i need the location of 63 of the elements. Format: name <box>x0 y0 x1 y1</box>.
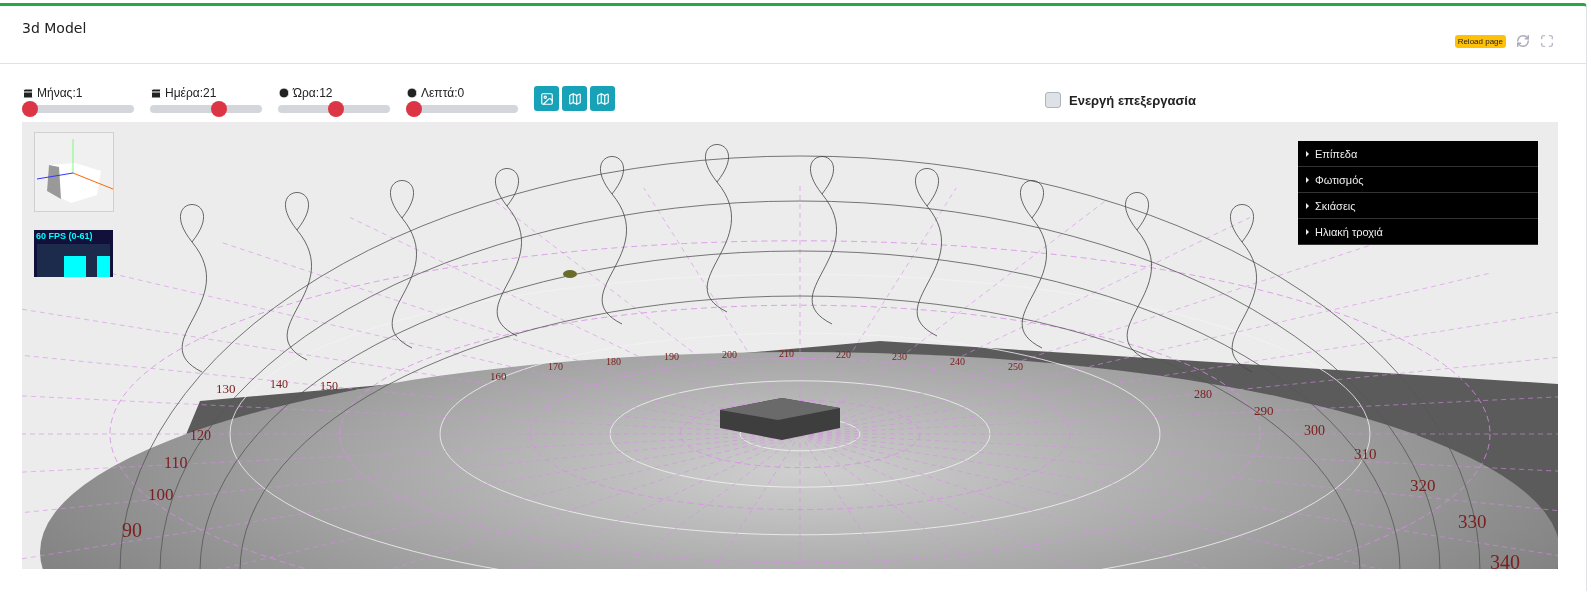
clock-icon <box>406 87 418 99</box>
degree-label: 280 <box>1194 388 1212 400</box>
degree-label: 180 <box>606 357 621 367</box>
fullscreen-icon[interactable] <box>1540 34 1554 48</box>
degree-label: 200 <box>722 350 737 360</box>
degree-label: 130 <box>216 382 236 395</box>
3d-viewport[interactable]: 90 100 110 120 130 140 150 160 170 180 190 200 210 220 230 240 250 280 290 300 310 320 330 340 60 FPS (0-61) Επίπεδα Φωτισμός Σκιάσεις Ηλιακή τροχιά <box>22 122 1558 569</box>
card-title: 3d Model <box>22 20 87 36</box>
map-button[interactable] <box>562 86 587 111</box>
degree-label: 300 <box>1304 424 1325 438</box>
menu-item-label: Φωτισμός <box>1315 173 1364 186</box>
menu-item[interactable]: Φωτισμός <box>1298 167 1538 193</box>
degree-label: 330 <box>1458 512 1487 531</box>
degree-label: 220 <box>836 350 851 360</box>
menu-item[interactable]: Σκιάσεις <box>1298 193 1538 219</box>
degree-label: 210 <box>779 349 794 359</box>
caret-icon <box>1306 176 1309 183</box>
map-icon <box>567 91 582 106</box>
degree-label: 240 <box>950 357 965 367</box>
degree-label: 90 <box>122 520 142 540</box>
menu-item-label: Σκιάσεις <box>1315 199 1356 212</box>
slider-label: Μήνας:1 <box>22 86 134 100</box>
degree-label: 340 <box>1490 552 1520 569</box>
reload-badge[interactable]: Reload page <box>1454 34 1506 48</box>
image-button[interactable] <box>534 86 559 111</box>
menu-item-label: Επίπεδα <box>1315 147 1358 160</box>
caret-icon <box>1306 228 1309 235</box>
degree-label: 110 <box>164 455 188 471</box>
clock-icon <box>278 87 290 99</box>
caret-icon <box>1306 202 1309 209</box>
map-button[interactable] <box>590 86 615 111</box>
degree-label: 290 <box>1254 404 1274 417</box>
slider-thumb[interactable] <box>327 101 344 117</box>
image-icon <box>539 91 554 106</box>
degree-label: 140 <box>270 378 288 390</box>
slider-thumb[interactable] <box>211 101 228 117</box>
menu-item[interactable]: Ηλιακή τροχιά <box>1298 219 1538 245</box>
checkbox[interactable] <box>1045 92 1061 108</box>
calendar-icon <box>22 87 34 99</box>
slider-label: Λεπτά:0 <box>406 86 518 100</box>
degree-label: 190 <box>664 352 679 362</box>
slider-thumb[interactable] <box>406 101 422 117</box>
degree-label: 160 <box>490 371 507 382</box>
degree-label: 150 <box>320 380 338 392</box>
degree-label: 230 <box>892 352 907 362</box>
degree-label: 310 <box>1354 447 1377 462</box>
map-icon <box>595 91 610 106</box>
axis-gizmo[interactable] <box>34 132 114 212</box>
caret-icon <box>1306 150 1309 157</box>
degree-label: 120 <box>190 429 211 443</box>
degree-label: 170 <box>548 362 563 372</box>
fps-text: 60 FPS (0-61) <box>36 231 93 241</box>
menu-item-label: Ηλιακή τροχιά <box>1315 225 1383 238</box>
checkbox-label: Ενεργή επεξεργασία <box>1069 92 1196 108</box>
slider-label: Ημέρα:21 <box>150 86 262 100</box>
degree-label: 320 <box>1410 477 1436 494</box>
calendar-icon <box>150 87 162 99</box>
refresh-icon[interactable] <box>1516 34 1530 48</box>
degree-label: 100 <box>148 486 174 503</box>
degree-label: 250 <box>1008 362 1023 372</box>
menu-item[interactable]: Επίπεδα <box>1298 141 1538 167</box>
slider-thumb[interactable] <box>22 101 38 117</box>
slider-label: Ώρα:12 <box>278 86 390 100</box>
